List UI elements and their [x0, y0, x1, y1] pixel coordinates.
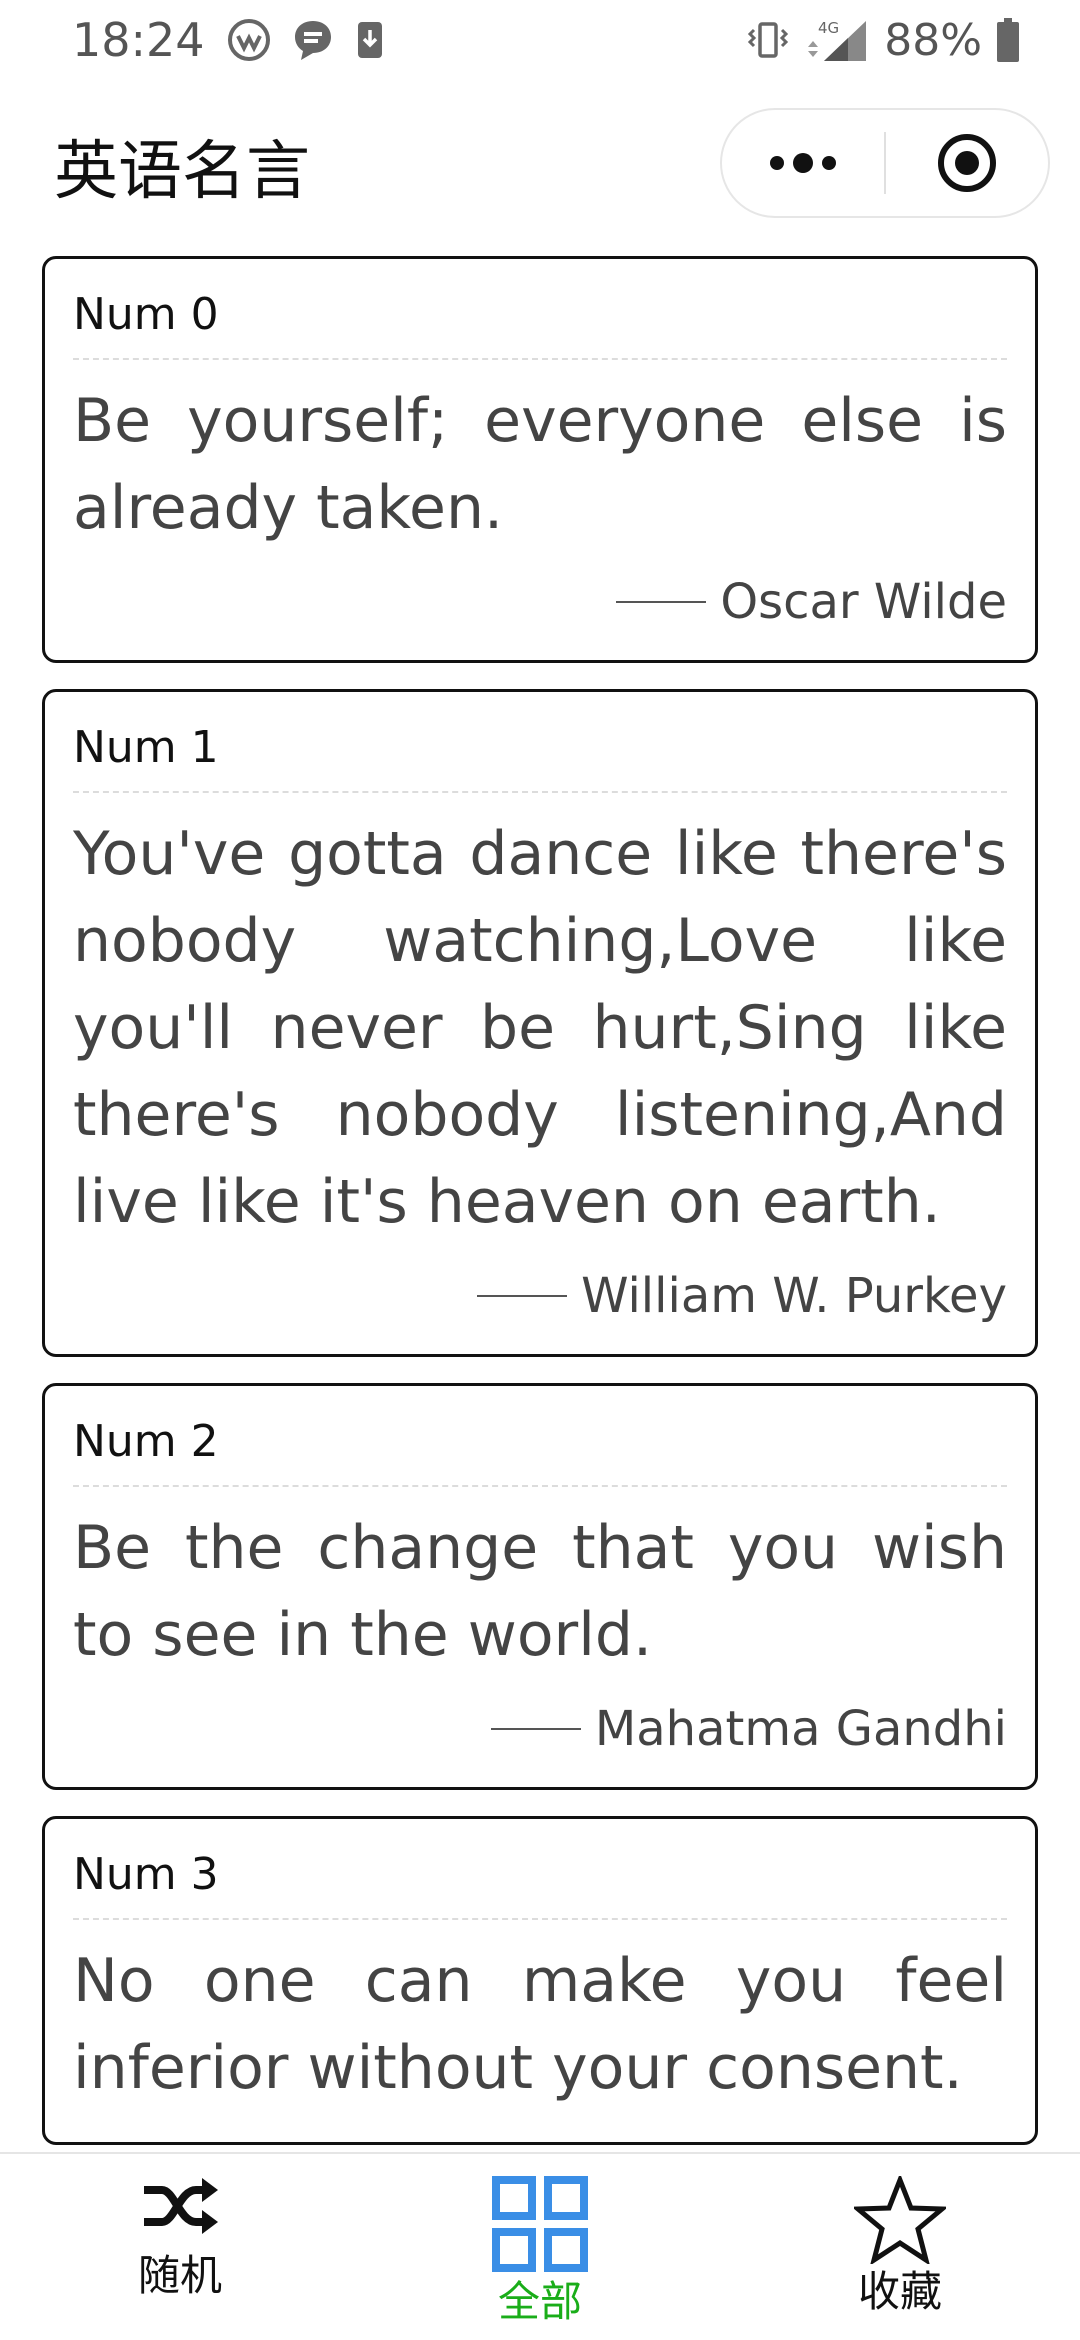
battery-percentage: 88%	[884, 14, 982, 66]
message-notification-icon	[293, 18, 333, 62]
author-dash-line	[490, 1728, 581, 1730]
quote-text: You've gotta dance like there's nobody w…	[73, 819, 1007, 1237]
quote-text: Be yourself; everyone else is already ta…	[73, 386, 1007, 543]
signal-icon: 4G	[804, 17, 870, 63]
tab-favorites[interactable]: 收藏	[720, 2154, 1080, 2340]
tab-random-label: 随机	[137, 2251, 222, 2300]
quote-author-row: Oscar Wilde	[73, 574, 1007, 630]
battery-icon	[996, 18, 1020, 62]
app-notification-icon	[227, 18, 271, 62]
quote-card[interactable]: Num 1 You've gotta dance like there's no…	[42, 689, 1038, 1357]
quote-number: Num 2	[73, 1416, 1007, 1487]
tab-favorites-label: 收藏	[857, 2267, 942, 2316]
quote-number: Num 1	[73, 722, 1007, 793]
quote-author: William W. Purkey	[581, 1268, 1007, 1324]
quote-list[interactable]: Num 0 Be yourself; everyone else is alre…	[0, 256, 1080, 2152]
quote-author-row: William W. Purkey	[73, 1268, 1007, 1324]
more-options-button[interactable]	[722, 110, 884, 216]
tab-all-label: 全部	[497, 2277, 582, 2326]
star-icon	[854, 2176, 946, 2264]
target-close-icon	[938, 134, 996, 192]
author-dash-line	[477, 1295, 568, 1297]
status-time: 18:24	[72, 13, 205, 67]
quote-author: Oscar Wilde	[720, 574, 1007, 630]
vibrate-icon	[746, 20, 790, 60]
author-dash-line	[616, 601, 707, 603]
tab-all[interactable]: 全部	[360, 2154, 720, 2340]
page-title: 英语名言	[54, 135, 310, 209]
status-bar: 18:24 4G 88%	[0, 0, 1080, 80]
mini-program-capsule	[720, 108, 1050, 218]
quote-number: Num 0	[73, 289, 1007, 360]
shuffle-icon	[144, 2178, 218, 2234]
close-program-button[interactable]	[886, 110, 1048, 216]
quote-card[interactable]: Num 0 Be yourself; everyone else is alre…	[42, 256, 1038, 663]
quote-author-row: Mahatma Gandhi	[73, 1701, 1007, 1757]
navigation-bar: 英语名言	[0, 100, 1080, 230]
quote-card[interactable]: Num 2 Be the change that you wish to see…	[42, 1383, 1038, 1790]
quote-text: No one can make you feel inferior withou…	[73, 1946, 1007, 2103]
tab-bar: 随机 全部 收藏	[0, 2152, 1080, 2340]
quote-number: Num 3	[73, 1849, 1007, 1920]
quote-card[interactable]: Num 3 No one can make you feel inferior …	[42, 1816, 1038, 2145]
grid-icon	[492, 2176, 588, 2272]
more-dots-icon	[770, 153, 836, 173]
svg-text:4G: 4G	[818, 19, 839, 37]
tab-random[interactable]: 随机	[0, 2154, 360, 2340]
quote-text: Be the change that you wish to see in th…	[73, 1513, 1007, 1670]
download-notification-icon	[355, 20, 385, 60]
quote-author: Mahatma Gandhi	[594, 1701, 1007, 1757]
